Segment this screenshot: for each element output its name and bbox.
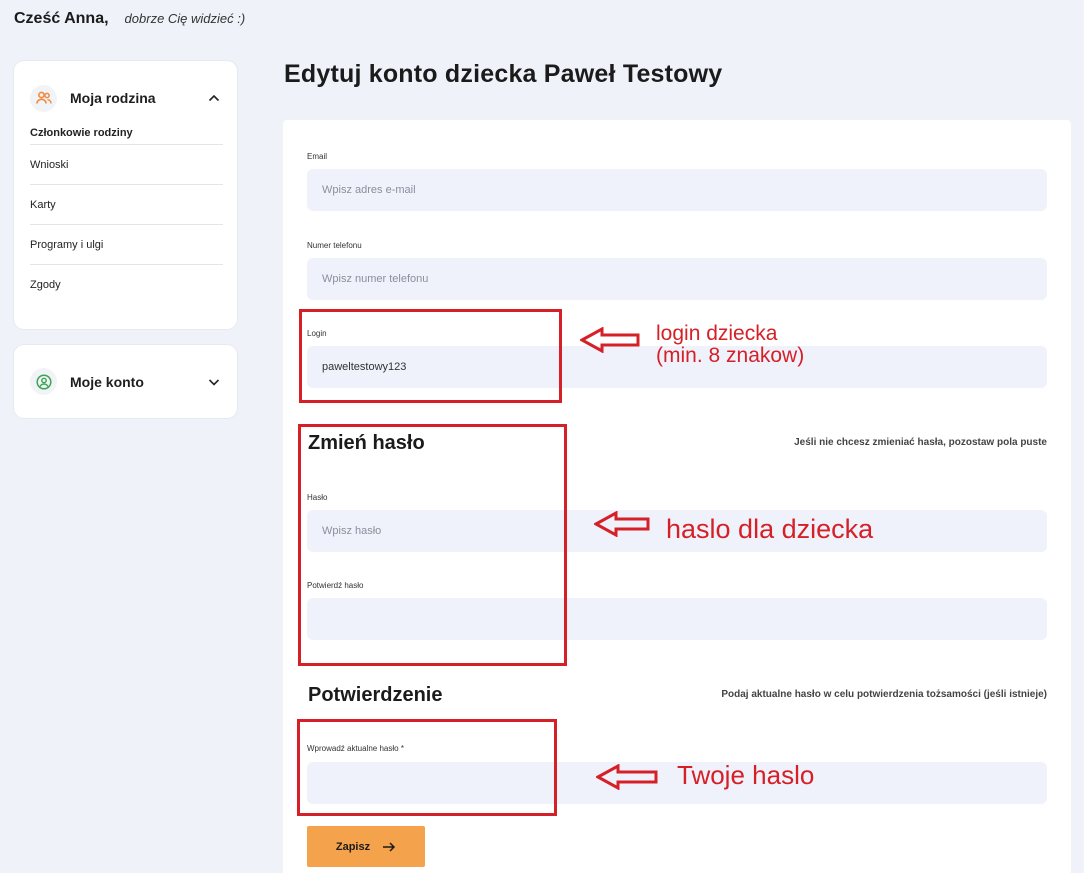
annotation-login-line1: login dziecka	[656, 322, 778, 345]
annotation-login-note: login dziecka (min. 8 znakow)	[656, 322, 805, 368]
greeting: Cześć Anna, dobrze Cię widzieć :)	[14, 10, 245, 28]
sidebar-item-programs[interactable]: Programy i ulgi	[30, 225, 223, 265]
email-input[interactable]	[307, 169, 1047, 211]
sidebar-account-header[interactable]: Moje konto	[14, 345, 237, 418]
greeting-subtitle: dobrze Cię widzieć :)	[124, 11, 246, 26]
confirmation-hint: Podaj aktualne hasło w celu potwierdzeni…	[721, 689, 1047, 700]
annotation-password-note: haslo dla dziecka	[666, 514, 874, 544]
sidebar-item-consents[interactable]: Zgody	[30, 265, 223, 305]
email-label: Email	[307, 152, 328, 161]
user-circle-icon	[30, 368, 57, 395]
sidebar-family-card: Moja rodzina Członkowie rodziny Wnioski …	[14, 61, 237, 329]
arrow-right-icon	[383, 841, 396, 852]
arrow-left-icon	[580, 327, 640, 353]
arrow-left-icon	[596, 764, 658, 790]
sidebar-family-title: Moja rodzina	[70, 90, 156, 106]
annotation-box-current-password	[297, 719, 557, 816]
confirmation-title: Potwierdzenie	[308, 684, 443, 706]
sidebar-family-menu: Członkowie rodziny Wnioski Karty Program…	[14, 121, 237, 305]
sidebar-item-family-members[interactable]: Członkowie rodziny	[30, 121, 223, 145]
sidebar-item-cards[interactable]: Karty	[30, 185, 223, 225]
annotation-login-line2: (min. 8 znakow)	[656, 344, 805, 368]
save-button[interactable]: Zapisz	[307, 826, 425, 867]
annotation-current-password-note: Twoje haslo	[677, 760, 815, 790]
annotation-box-login	[299, 309, 562, 403]
users-icon	[30, 84, 57, 112]
greeting-name: Cześć Anna,	[14, 10, 109, 27]
sidebar-item-applications[interactable]: Wnioski	[30, 145, 223, 185]
sidebar-account-card: Moje konto	[14, 345, 237, 418]
annotation-box-password	[298, 424, 567, 666]
page-title: Edytuj konto dziecka Paweł Testowy	[284, 60, 723, 88]
chevron-up-icon[interactable]	[207, 91, 221, 105]
chevron-down-icon[interactable]	[207, 375, 221, 389]
change-password-hint: Jeśli nie chcesz zmieniać hasła, pozosta…	[794, 437, 1047, 448]
save-button-label: Zapisz	[335, 840, 371, 853]
phone-label: Numer telefonu	[307, 241, 362, 250]
arrow-left-icon	[594, 511, 650, 537]
sidebar-account-title: Moje konto	[70, 373, 144, 390]
phone-input[interactable]	[307, 258, 1047, 300]
